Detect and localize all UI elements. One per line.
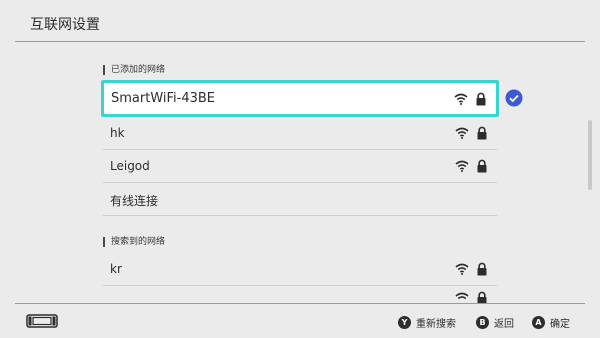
footer: Y 重新搜索 B 返回 A 确定 [0, 304, 600, 338]
network-name: kr [110, 262, 122, 276]
lock-icon [477, 126, 487, 140]
lock-icon [477, 159, 487, 173]
network-name: SmartWiFi-43BE [111, 91, 216, 106]
scrollbar[interactable] [588, 120, 592, 190]
network-list: 已添加的网络 SmartWiFi-43BE hk Leigod 有线连接 搜索到… [0, 42, 600, 303]
connected-check-icon [505, 89, 523, 107]
network-name: hk [110, 126, 125, 140]
network-row-smartwifi[interactable]: SmartWiFi-43BE [101, 80, 499, 117]
lock-icon [477, 262, 487, 276]
b-button-icon: B [476, 316, 489, 329]
network-name: 有线连接 [110, 194, 159, 208]
confirm-label: 确定 [550, 319, 570, 330]
network-name: Leigod [110, 159, 150, 173]
section-label-added: 已添加的网络 [103, 65, 165, 75]
page-title: 互联网设置 [30, 17, 100, 33]
header: 互联网设置 [0, 0, 600, 42]
back-label: 返回 [494, 319, 514, 330]
network-row-wired[interactable]: 有线连接 [103, 183, 497, 216]
confirm-button[interactable]: A 确定 [532, 315, 570, 330]
wifi-icon [455, 160, 469, 172]
a-button-icon: A [532, 316, 545, 329]
wifi-icon [455, 292, 469, 300]
y-button-icon: Y [398, 316, 411, 329]
section-label-found: 搜索到的网络 [103, 237, 165, 247]
wifi-icon [455, 127, 469, 139]
search-again-label: 重新搜索 [416, 319, 456, 330]
wifi-icon [455, 263, 469, 275]
console-icon [26, 314, 58, 328]
wifi-icon [454, 93, 468, 105]
back-button[interactable]: B 返回 [476, 315, 514, 330]
search-again-button[interactable]: Y 重新搜索 [398, 315, 456, 330]
network-row-kr[interactable]: kr [103, 253, 497, 286]
lock-icon [476, 92, 486, 106]
network-row-leigod[interactable]: Leigod [103, 150, 497, 183]
network-row-partial[interactable] [103, 286, 497, 303]
network-row-hk[interactable]: hk [103, 117, 497, 150]
lock-icon [477, 291, 487, 303]
